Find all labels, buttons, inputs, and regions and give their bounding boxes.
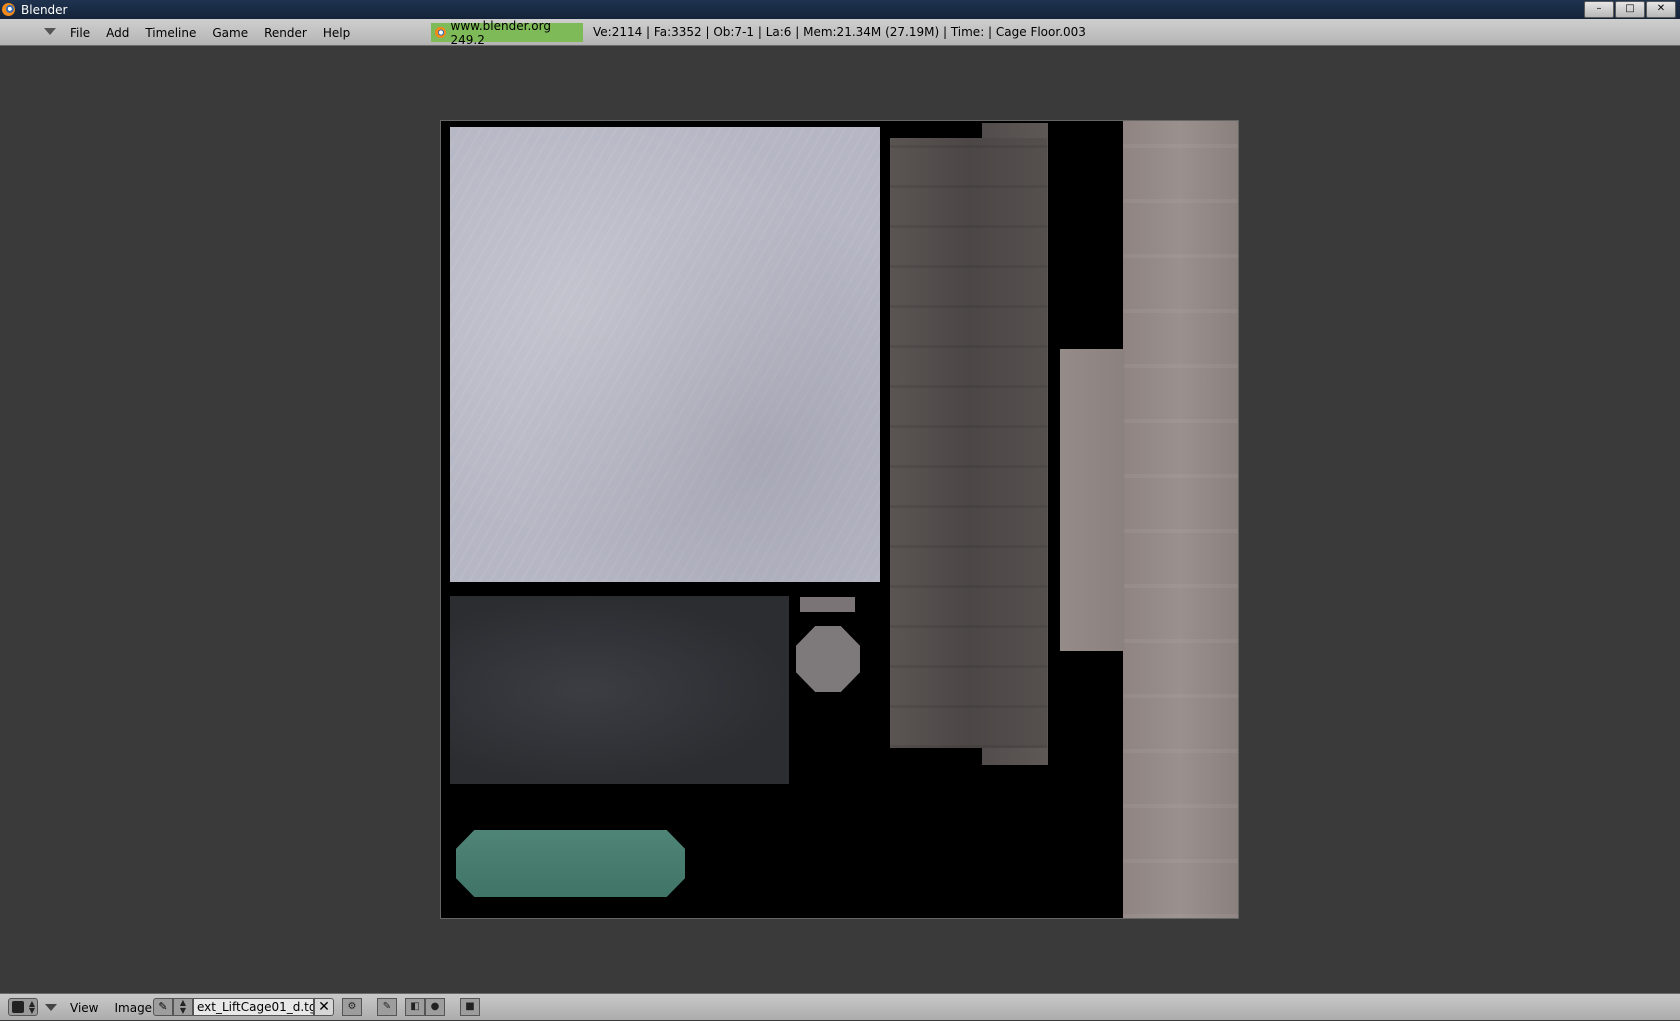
menu-file[interactable]: File (62, 26, 98, 40)
scene-stats: Ve:2114 | Fa:3352 | Ob:7-1 | La:6 | Mem:… (593, 25, 1086, 39)
texture-island-concrete-light (450, 127, 880, 582)
browse-image-button[interactable]: ▲ ▼ (173, 998, 193, 1016)
menu-game[interactable]: Game (204, 26, 256, 40)
menu-timeline[interactable]: Timeline (137, 26, 204, 40)
menu-view[interactable]: View (62, 1001, 106, 1015)
menu-render[interactable]: Render (256, 26, 315, 40)
texture-island-rust-strip-a (890, 138, 1047, 748)
texture-island-stone-right (1123, 121, 1238, 918)
collapse-menu-arrow-icon[interactable] (44, 28, 56, 35)
website-badge[interactable]: www.blender.org 249.2 (431, 19, 583, 47)
texture-island-green-panel (456, 830, 685, 897)
lock-icon[interactable]: ■ (460, 998, 480, 1016)
updown-arrows-icon: ▲ ▼ (28, 999, 35, 1015)
texture-island-stone-mid (1060, 349, 1124, 651)
image-editor-header: ▲ ▼ View Image ✎ ▲ ▼ ext_LiftCage01_d.tga … (0, 993, 1680, 1020)
window-titlebar: Blender – □ ✕ (0, 0, 1680, 19)
uv-texture-image (440, 120, 1239, 919)
texture-island-metal-dark (450, 596, 789, 784)
texture-island-hex-bolt (796, 626, 860, 692)
image-editor-menu: View Image (62, 994, 160, 1021)
image-name-field[interactable]: ext_LiftCage01_d.tga (193, 998, 314, 1016)
pencil-icon[interactable]: ✎ (153, 998, 173, 1016)
website-badge-label: www.blender.org 249.2 (450, 18, 551, 47)
info-header: File Add Timeline Game Render Help www.b… (0, 19, 1680, 47)
editor-type-selector[interactable]: ▲ ▼ (8, 998, 38, 1016)
pack-icon[interactable]: ⚙ (342, 998, 362, 1016)
main-menu: File Add Timeline Game Render Help (62, 19, 358, 46)
uv-sync-icon[interactable]: ◧ (405, 998, 425, 1016)
texture-island-small-strip (800, 597, 855, 612)
menu-help[interactable]: Help (315, 26, 358, 40)
paint-icon[interactable]: ✎ (377, 998, 397, 1016)
window-title: Blender (21, 2, 68, 17)
restore-button[interactable]: □ (1615, 1, 1645, 18)
window-controls: – □ ✕ (1584, 1, 1676, 18)
collapse-menu-arrow-icon[interactable] (45, 1004, 57, 1011)
draw-mode-icon[interactable]: ● (425, 998, 445, 1016)
image-editor-icon (12, 1001, 24, 1013)
blender-logo-icon (2, 3, 15, 16)
close-icon[interactable]: ✕ (314, 998, 334, 1016)
minimize-button[interactable]: – (1584, 1, 1614, 18)
menu-add[interactable]: Add (98, 26, 137, 40)
close-window-button[interactable]: ✕ (1646, 1, 1676, 18)
blender-logo-icon (435, 27, 446, 38)
image-viewport[interactable] (0, 46, 1680, 993)
